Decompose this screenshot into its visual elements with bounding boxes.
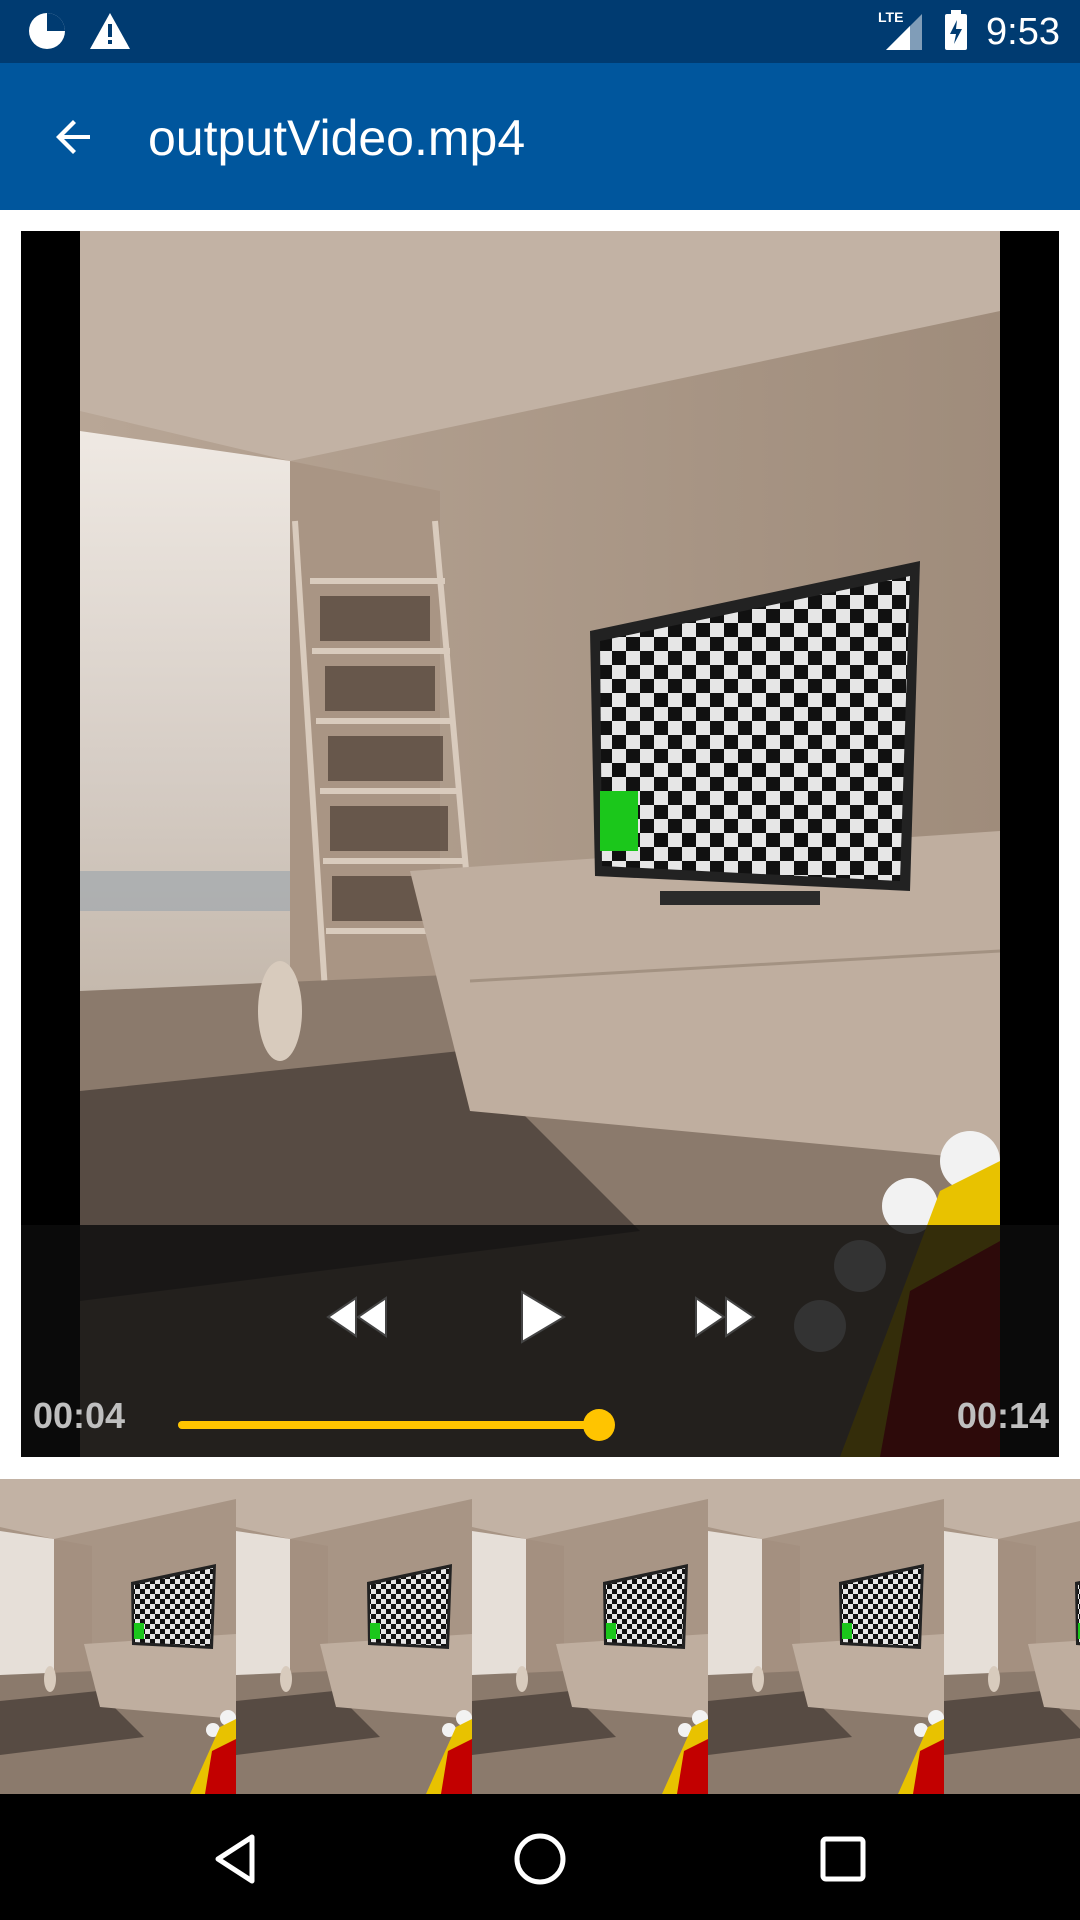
seek-progress [178,1421,600,1429]
navigation-bar [0,1794,1080,1920]
total-time: 00:14 [956,1395,1049,1436]
app-bar: outputVideo.mp4 [0,63,1080,210]
filmstrip-frame[interactable] [708,1479,944,1794]
fast-forward-button[interactable] [685,1277,765,1357]
alert-icon [88,11,132,56]
video-player[interactable]: 00:04 00:14 [21,231,1059,1457]
fast-forward-icon [695,1296,756,1338]
nav-home-button[interactable] [505,1824,575,1894]
status-bar: LTE 9:53 [0,0,1080,63]
nav-recents-button[interactable] [808,1824,878,1894]
filmstrip-frame[interactable] [944,1479,1080,1794]
seek-bar[interactable] [178,1406,616,1446]
current-time: 00:04 [33,1395,126,1436]
lte-signal-icon: LTE [876,8,926,57]
rewind-button[interactable] [317,1277,397,1357]
seek-thumb[interactable] [583,1409,616,1441]
network-label: LTE [878,9,903,25]
recents-nav-icon [820,1836,866,1882]
play-button[interactable] [500,1277,580,1357]
play-icon [521,1290,566,1344]
arrow-back-icon [56,120,90,154]
filmstrip-frame[interactable] [472,1479,708,1794]
back-nav-icon [215,1834,255,1884]
home-nav-icon [514,1833,566,1885]
filmstrip-frame[interactable] [236,1479,472,1794]
nav-back-button[interactable] [200,1824,270,1894]
filmstrip-frame[interactable] [0,1479,236,1794]
player-controls: 00:04 00:14 [21,1225,1059,1457]
data-saver-icon [26,10,68,57]
rewind-icon [326,1296,387,1338]
page-title: outputVideo.mp4 [148,110,526,166]
battery-charging-icon [944,10,968,55]
thumbnail-filmstrip[interactable] [0,1479,1080,1794]
back-button[interactable] [44,107,104,167]
clock: 9:53 [986,11,1060,53]
